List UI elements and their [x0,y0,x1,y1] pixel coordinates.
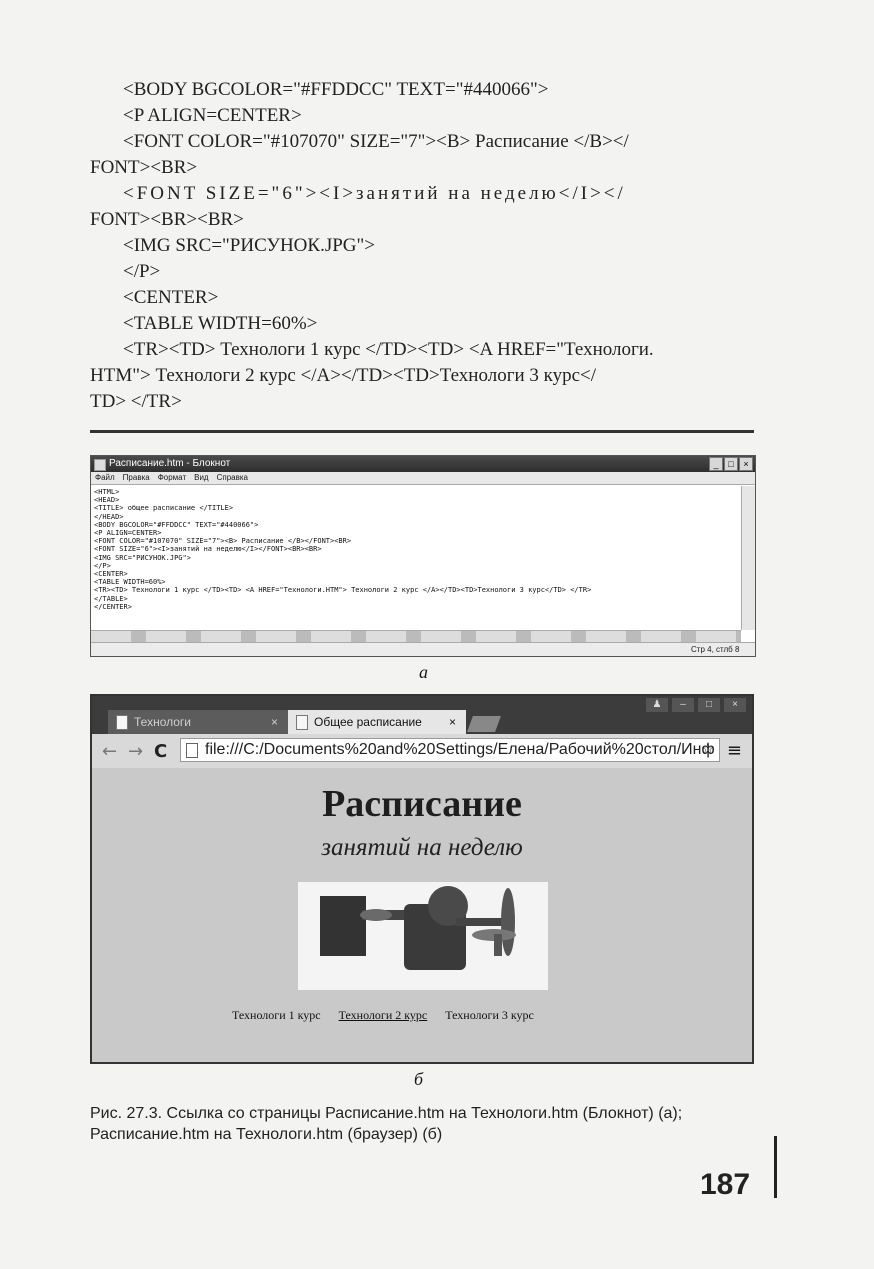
page-subheading: занятий на неделю [321,834,523,861]
tab-technologi[interactable]: Технологи × [108,710,288,734]
page-viewport: Расписание занятий на неделю Технологи 1… [92,768,752,1062]
browser-toolbar: ← → C file:///C:/Documents%20and%20Setti… [92,734,752,769]
close-button[interactable]: × [724,698,746,712]
page-image [298,882,548,990]
tab-label: Общее расписание [314,715,422,729]
close-icon[interactable]: × [271,710,278,734]
url-text: file:///C:/Documents%20and%20Settings/Ел… [205,741,715,758]
code-line: <FONT COLOR="#107070" SIZE="7"><B> Распи… [123,131,629,152]
page-marker-bar [774,1136,777,1198]
notepad-statusbar: Стр 4, стлб 8 [91,642,755,656]
code-line: <P ALIGN=CENTER> [123,105,302,126]
close-icon[interactable]: × [449,710,456,734]
bookmark-star-icon[interactable]: ☆ [701,739,715,761]
minimize-button[interactable]: _ [709,457,723,471]
code-line: <IMG SRC="РИСУНОК.JPG"> [123,235,375,256]
course-table: Технологи 1 курс Технологи 2 курс Технол… [232,1008,534,1023]
notepad-window: Расписание.htm - Блокнот _ □ × Файл Прав… [90,455,756,657]
menu-format[interactable]: Формат [158,472,186,484]
course-1-cell: Технологи 1 курс [232,1008,321,1022]
code-line: <TR><TD> Технологи 1 курс </TD><TD> <A H… [123,339,654,360]
notepad-text-area[interactable]: <HTML> <HEAD> <TITLE> общее расписание <… [91,486,741,630]
maximize-button[interactable]: □ [698,698,720,712]
code-line: <TABLE WIDTH=60%> [123,313,318,334]
tab-schedule[interactable]: Общее расписание × [288,710,466,734]
page-icon [116,715,128,730]
course-2-link[interactable]: Технологи 2 курс [339,1008,428,1023]
notepad-title: Расписание.htm - Блокнот [109,458,231,469]
menu-file[interactable]: Файл [95,472,115,484]
page-heading: Расписание [322,783,522,825]
tab-label: Технологи [134,715,191,729]
menu-icon[interactable]: ≡ [727,740,742,761]
back-arrow-icon[interactable]: ← [102,741,117,762]
minimize-button[interactable]: – [672,698,694,712]
page-number: 187 [700,1168,751,1201]
figure-label-b: б [414,1069,424,1089]
maximize-button[interactable]: □ [724,457,738,471]
vertical-scrollbar[interactable] [741,486,755,630]
notepad-titlebar: Расписание.htm - Блокнот _ □ × [91,456,755,472]
cursor-position: Стр 4, стлб 8 [691,645,740,654]
notepad-menubar: Файл Правка Формат Вид Справка [91,472,755,485]
tab-strip: Технологи × Общее расписание × ♟ – □ × [92,696,752,734]
code-line: <BODY BGCOLOR="#FFDDCC" TEXT="#440066"> [123,79,549,100]
address-bar[interactable]: file:///C:/Documents%20and%20Settings/Ел… [180,738,720,762]
notepad-icon [94,459,106,471]
close-button[interactable]: × [739,457,753,471]
menu-edit[interactable]: Правка [123,472,150,484]
code-line: <FONT SIZE="6"><I>занятий на неделю</I><… [123,183,626,204]
user-icon[interactable]: ♟ [646,698,668,712]
file-icon [186,743,198,758]
code-line: <CENTER> [123,287,219,308]
drawing-picture [320,886,516,970]
code-line: </P> [123,261,161,282]
reload-icon[interactable]: C [154,741,167,762]
course-3-cell: Технологи 3 курс [445,1008,534,1022]
code-line: FONT><BR><BR> [90,209,244,230]
menu-view[interactable]: Вид [194,472,208,484]
new-tab-button[interactable] [467,716,501,732]
figure-label-a: а [419,662,428,682]
code-line: TD> </TR> [90,391,182,412]
code-line: HTM"> Технологи 2 курс </A></TD><TD>Техн… [90,365,597,386]
code-line: FONT><BR> [90,157,198,178]
menu-help[interactable]: Справка [217,472,248,484]
browser-window: Технологи × Общее расписание × ♟ – □ × ←… [90,694,754,1064]
page-icon [296,715,308,730]
figure-caption: Рис. 27.3. Ссылка со страницы Расписание… [90,1105,683,1143]
divider [90,430,754,433]
forward-arrow-icon[interactable]: → [128,741,143,762]
